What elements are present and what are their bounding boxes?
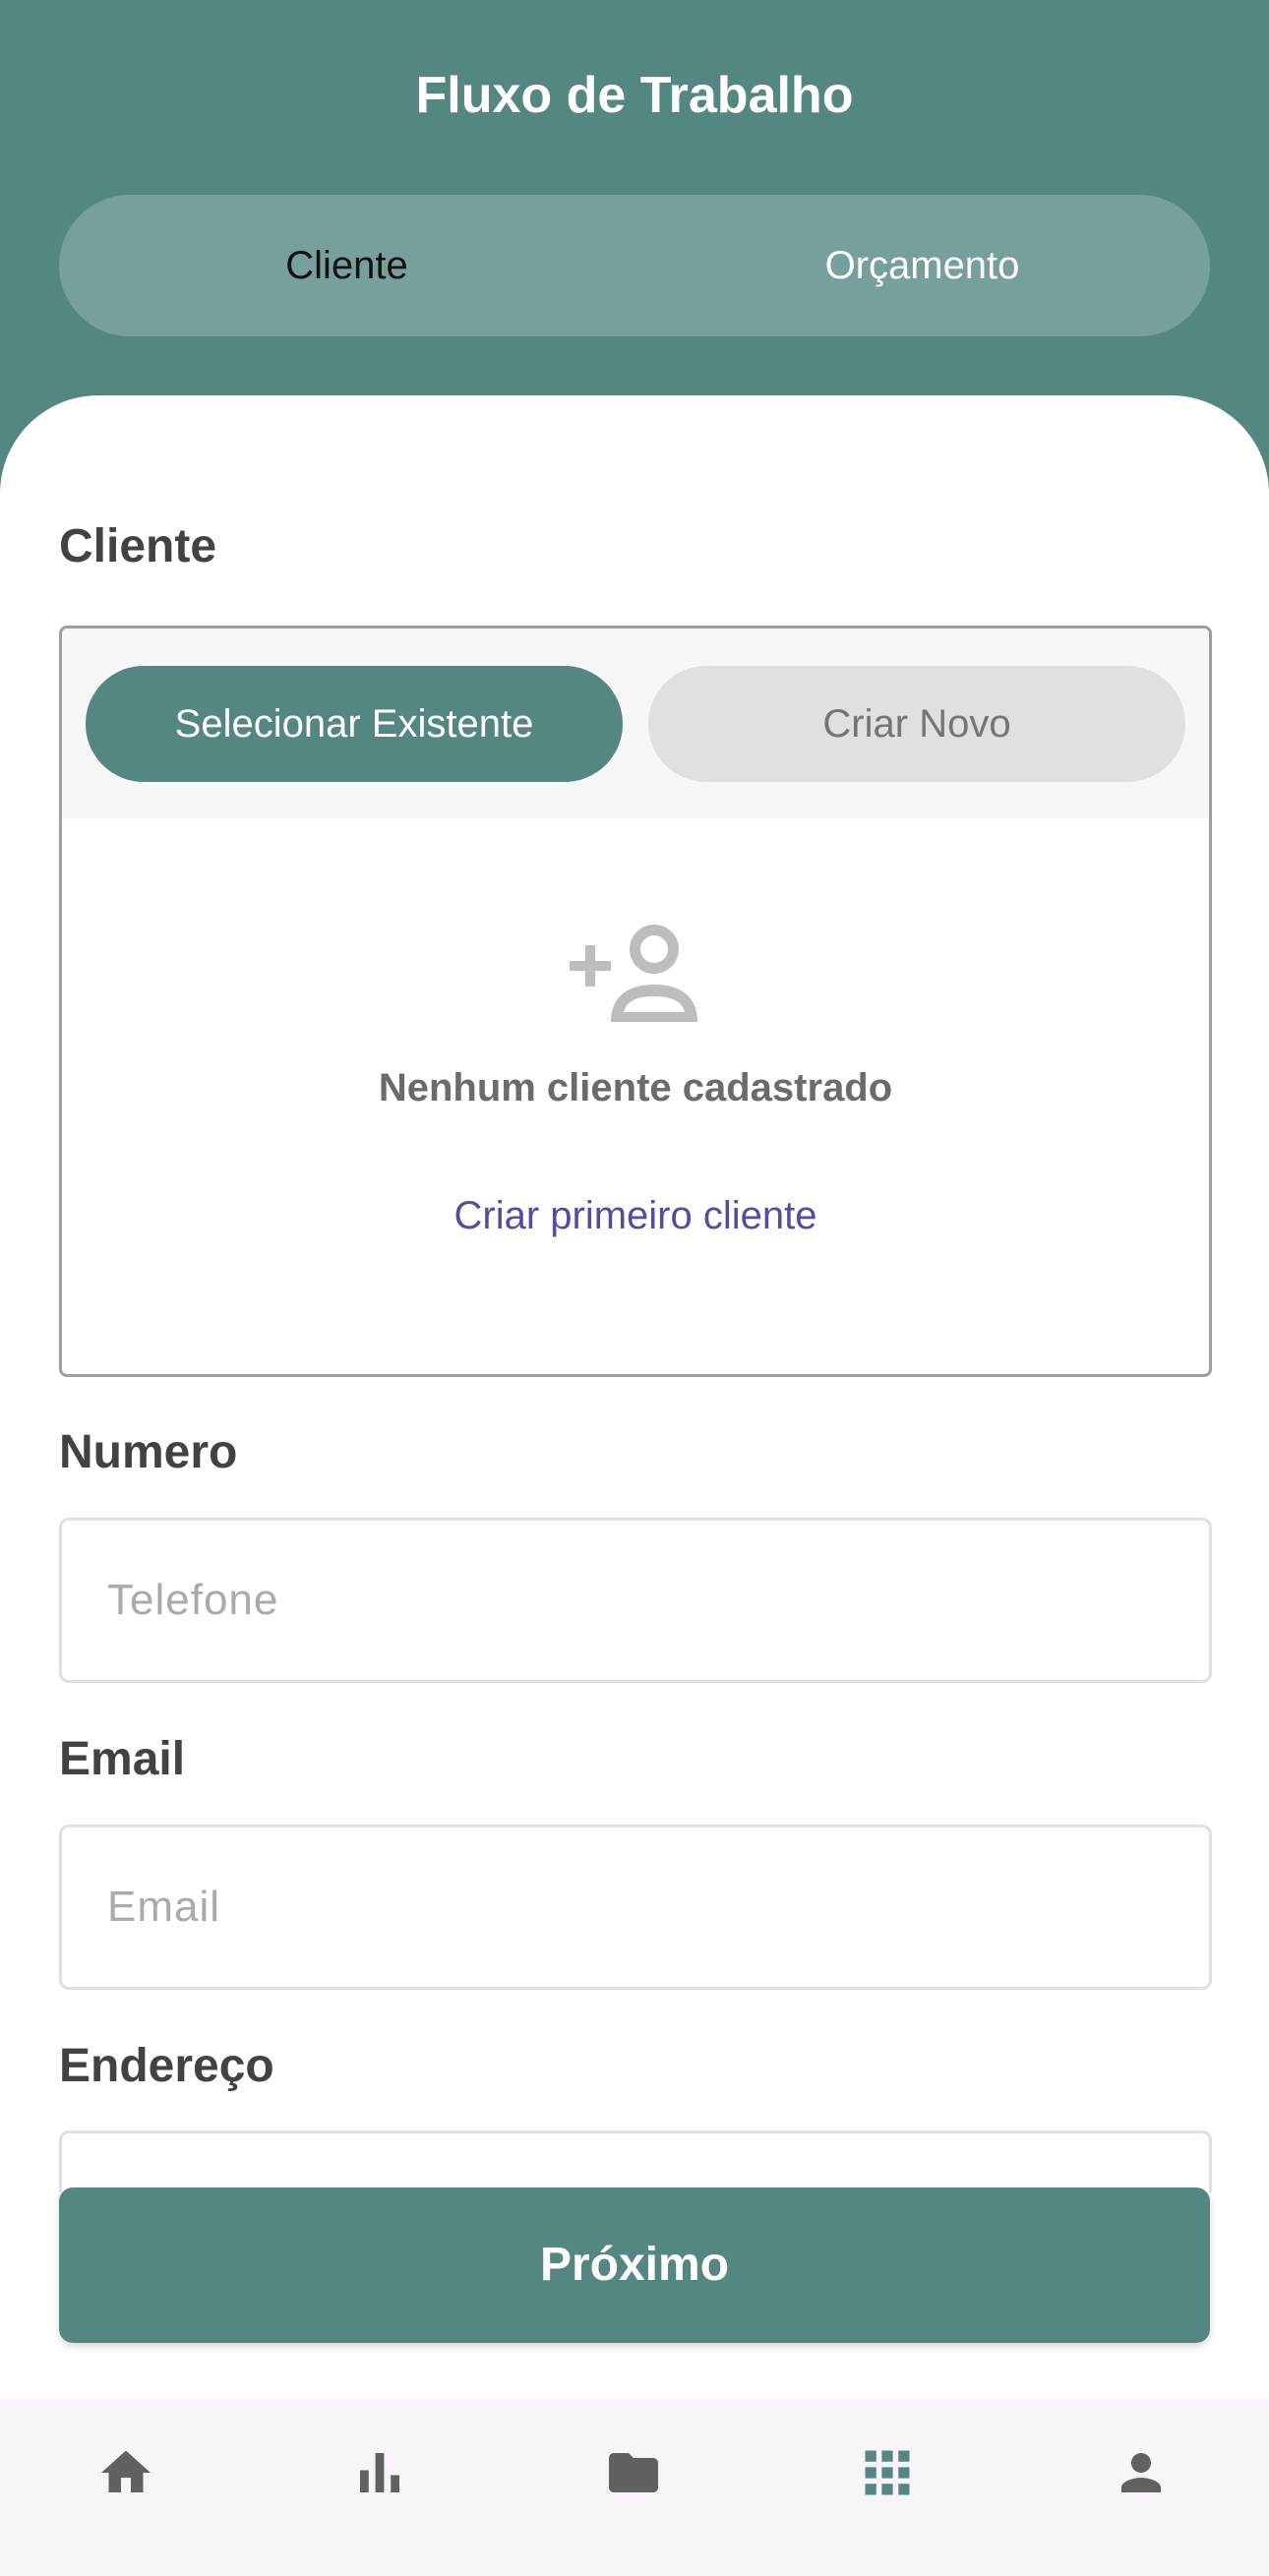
nav-reports[interactable] <box>321 2429 439 2547</box>
folder-icon <box>609 2453 658 2492</box>
phone-input[interactable] <box>107 1521 1170 1680</box>
address-input[interactable] <box>59 2130 1212 2192</box>
tab-cliente[interactable]: Cliente <box>59 195 634 336</box>
person-icon <box>1121 2453 1161 2492</box>
phone-field <box>59 1518 1212 1683</box>
phone-field-label: Numero <box>59 1426 238 1478</box>
create-first-client-link[interactable]: Criar primeiro cliente <box>62 1194 1209 1238</box>
client-mode-toggle: Selecionar Existente Criar Novo <box>62 629 1209 819</box>
select-existing-button[interactable]: Selecionar Existente <box>86 666 623 782</box>
client-section-label: Cliente <box>59 520 217 572</box>
email-field-label: Email <box>59 1733 186 1785</box>
tab-orcamento[interactable]: Orçamento <box>634 195 1210 336</box>
bar-chart-icon <box>360 2453 399 2492</box>
grid-icon <box>865 2450 910 2495</box>
nav-home[interactable] <box>67 2429 185 2547</box>
nav-profile[interactable] <box>1082 2429 1200 2547</box>
address-field-label: Endereço <box>59 2040 274 2092</box>
email-input[interactable] <box>107 1827 1170 1987</box>
nav-apps[interactable] <box>828 2429 946 2547</box>
client-selector-box: Selecionar Existente Criar Novo Nenhum c… <box>59 626 1212 1377</box>
email-field <box>59 1825 1212 1990</box>
page-title: Fluxo de Trabalho <box>415 67 854 124</box>
step-tabs: Cliente Orçamento <box>59 195 1210 336</box>
bottom-navigation <box>0 2398 1269 2576</box>
nav-files[interactable] <box>574 2429 693 2547</box>
create-new-button[interactable]: Criar Novo <box>648 666 1185 782</box>
next-button[interactable]: Próximo <box>59 2187 1210 2343</box>
empty-state-message: Nenhum cliente cadastrado <box>378 1066 893 1109</box>
app-header: Fluxo de Trabalho Cliente Orçamento <box>0 0 1269 413</box>
person-add-icon <box>570 925 697 1022</box>
home-icon <box>101 2450 151 2492</box>
